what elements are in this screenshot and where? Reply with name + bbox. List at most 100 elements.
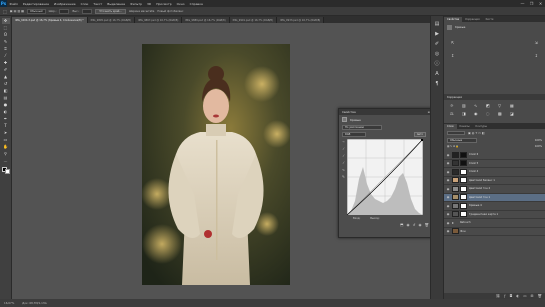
layer-mask-thumbnail[interactable] <box>460 151 467 158</box>
hand-icon[interactable]: ✋ <box>2 144 10 150</box>
layer-visibility-icon[interactable]: ◉ <box>444 195 452 199</box>
background-color-swatch[interactable] <box>4 169 10 174</box>
align-icon[interactable]: ↥ <box>451 53 454 58</box>
tab-brushes[interactable]: Кисти <box>483 17 497 22</box>
vibrance-icon[interactable]: ▽ <box>498 103 506 108</box>
delete-layer-icon[interactable]: 🗑 <box>538 294 542 298</box>
lasso-icon[interactable]: ʘ <box>2 32 10 38</box>
layer-name[interactable]: Цветовой баланс 1 <box>469 179 495 182</box>
rectangle-shape-icon[interactable]: ▭ <box>2 137 10 143</box>
layer-row[interactable]: ◉ Слой 4 <box>444 168 545 177</box>
bw-icon[interactable]: ◨ <box>462 111 470 116</box>
dodge-icon[interactable]: ◐ <box>2 109 10 115</box>
color-swatches[interactable] <box>1 167 10 174</box>
layer-row[interactable]: ◉ ▸ Retouch <box>444 219 545 228</box>
path-select-icon[interactable]: ➤ <box>2 130 10 136</box>
layer-thumbnail[interactable] <box>452 185 459 192</box>
clip-to-layer-icon[interactable]: ⬒ <box>400 223 403 227</box>
layer-name[interactable]: Фон <box>460 230 466 233</box>
refine-edge-button[interactable]: Уточнить край... <box>95 8 126 14</box>
quick-select-icon[interactable]: ✎ <box>2 39 10 45</box>
invert-icon[interactable]: ◪ <box>510 111 518 116</box>
zoom-icon[interactable]: ⚲ <box>2 151 10 157</box>
layer-row[interactable]: ◉ Цветовой тон 1 <box>444 193 545 202</box>
move-icon[interactable]: ✥ <box>1 18 10 24</box>
info-icon[interactable]: ⓘ <box>434 62 439 67</box>
menu-filter[interactable]: Фильтр <box>128 2 145 6</box>
layer-row[interactable]: ◉ Слой 5 <box>444 160 545 168</box>
tab-paths[interactable]: Контуры <box>473 124 490 129</box>
delete-icon[interactable]: 🗑 <box>425 223 429 227</box>
layer-name[interactable]: Слой 6 <box>469 153 478 156</box>
layer-visibility-icon[interactable]: ◉ <box>444 221 452 225</box>
history-brush-icon[interactable]: ↺ <box>2 81 10 87</box>
layer-thumbnail[interactable] <box>452 228 459 235</box>
more-tools-icon[interactable]: … <box>2 158 10 164</box>
menu-select[interactable]: Выделение <box>105 2 128 6</box>
layer-mask-thumbnail[interactable] <box>460 194 467 201</box>
layer-visibility-icon[interactable]: ◉ <box>444 161 452 165</box>
add-mask-icon[interactable]: ◘ <box>509 294 512 298</box>
tool-preset-icon[interactable]: ⬚ <box>3 9 7 14</box>
layer-visibility-icon[interactable]: ◉ <box>444 212 452 216</box>
layer-name[interactable]: Кривые 4 <box>469 204 482 207</box>
layer-name[interactable]: Цветовой тон 2 <box>469 187 490 190</box>
menu-edit[interactable]: Редактирование <box>20 2 51 6</box>
layer-thumbnail[interactable] <box>452 168 459 175</box>
menu-layers[interactable]: Слои <box>78 2 91 6</box>
channel-mixer-icon[interactable]: ◌ <box>486 111 494 116</box>
blur-icon[interactable]: ● <box>2 102 10 108</box>
preset-select[interactable]: По умолчанию <box>342 125 382 130</box>
layer-row[interactable]: ◉ Фон <box>444 228 545 236</box>
black-point-eyedropper-icon[interactable]: ⁄ <box>341 147 346 152</box>
close-button[interactable]: ✕ <box>536 0 545 7</box>
view-previous-icon[interactable]: ◉ <box>406 223 409 227</box>
layer-name[interactable]: Цветовой тон 1 <box>469 196 490 199</box>
on-image-adjust-icon[interactable]: ☜ <box>341 140 346 145</box>
distribute-icon[interactable]: ↧ <box>535 53 538 58</box>
new-layer-icon[interactable]: ⊞ <box>531 294 534 298</box>
link-icon[interactable]: ⇲ <box>535 40 538 45</box>
type-icon[interactable]: T <box>2 123 10 129</box>
lock-icons[interactable]: ▦ ✎ ✥ 🔒 <box>447 145 459 148</box>
layer-mask-thumbnail[interactable] <box>460 177 467 184</box>
layer-filter-icons[interactable]: ▣ ◍ T ▭ ◧ <box>468 131 485 135</box>
gray-point-eyedropper-icon[interactable]: ⁄ <box>341 154 346 159</box>
tab-properties[interactable]: Свойства <box>444 17 463 22</box>
layer-visibility-icon[interactable]: ◉ <box>444 170 452 174</box>
layer-row[interactable]: ◉ Градиентная карта 1 <box>444 211 545 219</box>
visibility-icon[interactable]: ◉ <box>418 223 421 227</box>
document-photo[interactable] <box>142 44 290 285</box>
menu-file[interactable]: Файл <box>7 2 20 6</box>
style-select[interactable]: Обычный <box>26 8 46 14</box>
link-layers-icon[interactable]: ⛓ <box>496 294 500 298</box>
brush-settings-icon[interactable]: ✐ <box>435 42 439 47</box>
exposure-icon[interactable]: ◩ <box>486 103 494 108</box>
layer-thumbnail[interactable] <box>452 202 459 209</box>
brush-icon[interactable]: ✐ <box>2 67 10 73</box>
height-input[interactable] <box>82 8 93 14</box>
white-point-eyedropper-icon[interactable]: ⁄ <box>341 161 346 166</box>
tab-channels[interactable]: Каналы <box>457 124 473 129</box>
anchor-icon[interactable]: ⇱ <box>451 40 454 45</box>
layer-thumbnail[interactable] <box>452 177 459 184</box>
menu-type[interactable]: Текст <box>91 2 105 6</box>
curves-icon[interactable]: ∿ <box>474 103 482 108</box>
channel-select[interactable]: RGB <box>342 132 366 137</box>
opacity-value[interactable]: 100% <box>535 139 542 142</box>
healing-brush-icon[interactable]: ✚ <box>2 60 10 66</box>
new-adjustment-icon[interactable]: ◐ <box>516 294 519 298</box>
character-icon[interactable]: A <box>435 72 438 77</box>
layer-thumbnail[interactable] <box>452 194 459 201</box>
curves-graph[interactable] <box>347 139 423 215</box>
new-group-icon[interactable]: ▭ <box>523 294 526 298</box>
curve-points-icon[interactable]: ∿ <box>341 168 346 173</box>
layer-visibility-icon[interactable]: ◉ <box>444 204 452 208</box>
option-label-3[interactable]: Ширина масштаба <box>129 10 155 13</box>
blend-mode-select[interactable]: Обычные <box>447 138 477 143</box>
layer-filter-select[interactable] <box>447 131 465 135</box>
menu-help[interactable]: Справка <box>187 2 205 6</box>
layer-name[interactable]: Слой 5 <box>469 162 478 165</box>
layer-row[interactable]: ◉ Цветовой тон 2 <box>444 185 545 194</box>
photo-filter-icon[interactable]: ◉ <box>474 111 482 116</box>
